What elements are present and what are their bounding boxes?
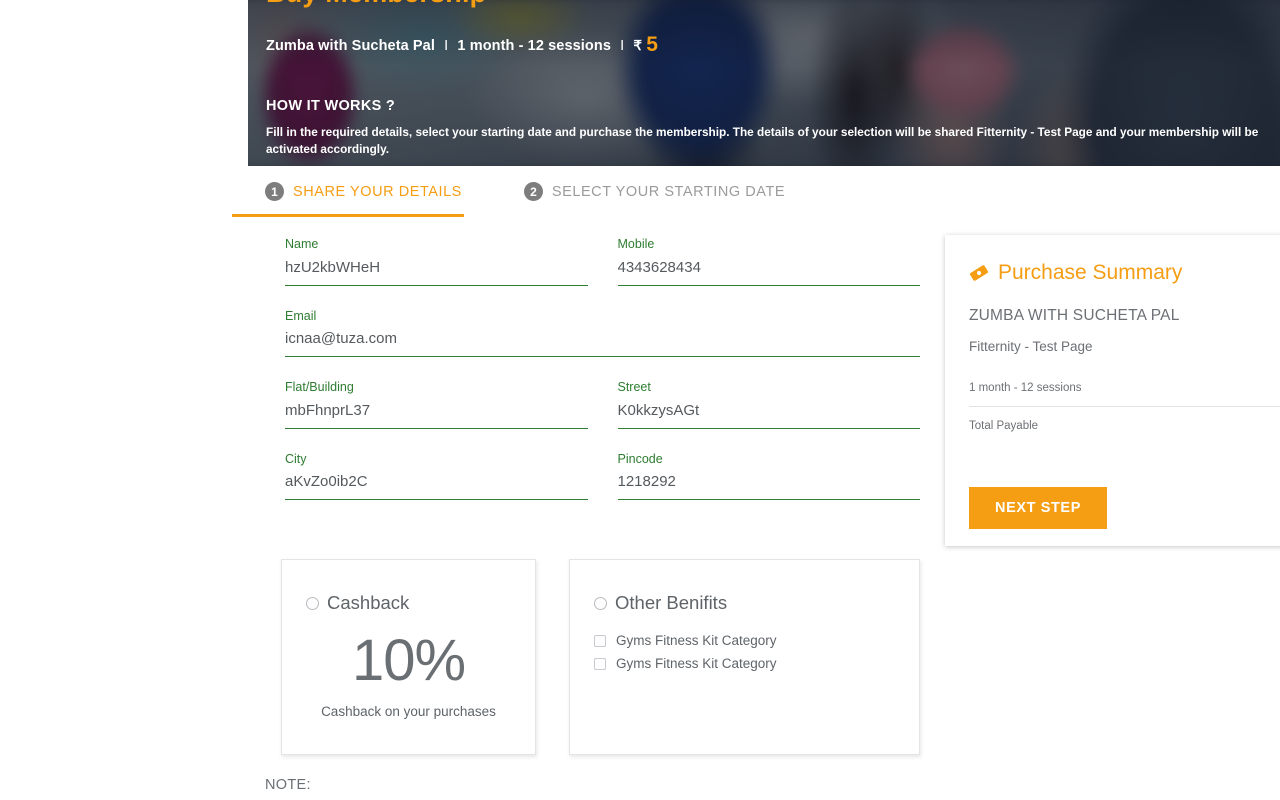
other-benefits-card[interactable]: Other Benifits Gyms Fitness Kit Category… bbox=[569, 559, 920, 755]
mobile-input[interactable] bbox=[617, 257, 920, 286]
tab-number-badge: 1 bbox=[265, 182, 284, 201]
benefit-label: Gyms Fitness Kit Category bbox=[616, 633, 777, 648]
name-input[interactable] bbox=[285, 257, 588, 286]
other-benefits-radio[interactable] bbox=[594, 596, 607, 610]
field-label-flat-building: Flat/Building bbox=[285, 380, 354, 394]
benefit-cards: Cashback 10% Cashback on your purchases … bbox=[281, 559, 920, 755]
cashback-percent: 10% bbox=[351, 628, 466, 693]
summary-pack-name: ZUMBA WITH SUCHETA PAL bbox=[969, 307, 1180, 324]
summary-plan: 1 month - 12 sessions bbox=[969, 382, 1082, 394]
hero-pack-summary: Zumba with Sucheta Pal I 1 month - 12 se… bbox=[266, 33, 658, 57]
cashback-option-header[interactable]: Cashback bbox=[306, 592, 511, 614]
membership-purchase-page: Buy Membership Zumba with Sucheta Pal I … bbox=[0, 0, 1280, 800]
tab-label: SHARE YOUR DETAILS bbox=[293, 183, 462, 200]
hero-plan: 1 month - 12 sessions bbox=[457, 38, 611, 54]
hero-price: 5 bbox=[646, 33, 659, 56]
other-benefits-list: Gyms Fitness Kit Category Gyms Fitness K… bbox=[594, 633, 895, 671]
note-heading: NOTE: bbox=[265, 777, 311, 793]
city-input[interactable] bbox=[285, 472, 588, 500]
field-label-city: City bbox=[285, 451, 307, 466]
purchase-summary-title: Purchase Summary bbox=[969, 261, 1280, 285]
benefit-checkbox[interactable] bbox=[594, 657, 606, 670]
field-email: Email bbox=[285, 308, 920, 357]
hero-banner: Buy Membership Zumba with Sucheta Pal I … bbox=[248, 0, 1280, 166]
form-row-email: Email bbox=[285, 308, 920, 357]
field-name: Name bbox=[285, 238, 588, 286]
flat-building-input[interactable] bbox=[285, 400, 588, 429]
share-details-form: Name Mobile Email Flat/Building Street bbox=[285, 238, 920, 524]
ticket-icon bbox=[969, 263, 989, 283]
cashback-caption: Cashback on your purchases bbox=[321, 704, 496, 719]
hero-currency-symbol: ₹ bbox=[633, 38, 643, 53]
how-it-works-description: Fill in the required details, select you… bbox=[266, 125, 1259, 156]
list-item[interactable]: Gyms Fitness Kit Category bbox=[594, 633, 895, 648]
field-pincode: Pincode bbox=[617, 451, 920, 500]
hero-separator-1: I bbox=[444, 38, 449, 54]
hero-top-title: Buy Membership bbox=[266, 0, 486, 9]
cashback-option-label: Cashback bbox=[327, 592, 410, 613]
benefit-label: Gyms Fitness Kit Category bbox=[616, 656, 777, 671]
purchase-summary-panel: Purchase Summary ZUMBA WITH SUCHETA PAL … bbox=[945, 235, 1280, 546]
field-flat-building: Flat/Building bbox=[285, 381, 588, 429]
field-mobile: Mobile bbox=[617, 237, 920, 286]
form-row-flat-street: Flat/Building Street bbox=[285, 381, 920, 429]
cashback-radio[interactable] bbox=[306, 596, 319, 610]
email-input[interactable] bbox=[285, 329, 920, 357]
field-city: City bbox=[285, 451, 588, 500]
field-label-mobile: Mobile bbox=[617, 237, 655, 251]
how-it-works-heading: HOW IT WORKS ? bbox=[266, 98, 396, 114]
cashback-card[interactable]: Cashback 10% Cashback on your purchases bbox=[281, 559, 536, 755]
next-step-button[interactable]: NEXT STEP bbox=[969, 487, 1107, 529]
other-benefits-option-label: Other Benifits bbox=[615, 592, 728, 613]
tab-active-underline bbox=[232, 214, 464, 217]
field-label-name: Name bbox=[285, 237, 319, 251]
purchase-summary-title-text: Purchase Summary bbox=[998, 261, 1183, 284]
list-item[interactable]: Gyms Fitness Kit Category bbox=[594, 656, 895, 671]
street-input[interactable] bbox=[617, 400, 920, 429]
summary-vendor-name: Fitternity - Test Page bbox=[969, 339, 1093, 354]
hero-pack-name: Zumba with Sucheta Pal bbox=[266, 38, 435, 54]
form-row-city-pincode: City Pincode bbox=[285, 451, 920, 500]
summary-total-payable-label: Total Payable bbox=[969, 420, 1039, 432]
pincode-input[interactable] bbox=[617, 472, 920, 500]
other-benefits-option-header[interactable]: Other Benifits bbox=[594, 592, 895, 614]
benefit-checkbox[interactable] bbox=[594, 634, 606, 647]
field-street: Street bbox=[617, 380, 920, 429]
tab-share-your-details[interactable]: 1 SHARE YOUR DETAILS bbox=[232, 176, 464, 217]
summary-divider bbox=[969, 406, 1280, 407]
tab-select-your-starting-date[interactable]: 2 SELECT YOUR STARTING DATE bbox=[523, 176, 786, 217]
tab-label: SELECT YOUR STARTING DATE bbox=[551, 183, 786, 200]
tab-number-badge: 2 bbox=[523, 182, 543, 201]
step-tabs: 1 SHARE YOUR DETAILS 2 SELECT YOUR START… bbox=[232, 176, 786, 217]
field-label-pincode: Pincode bbox=[617, 451, 663, 466]
field-label-street: Street bbox=[617, 380, 651, 394]
field-label-email: Email bbox=[285, 308, 317, 323]
form-row-name-mobile: Name Mobile bbox=[285, 238, 920, 286]
hero-separator-2: I bbox=[620, 38, 625, 54]
